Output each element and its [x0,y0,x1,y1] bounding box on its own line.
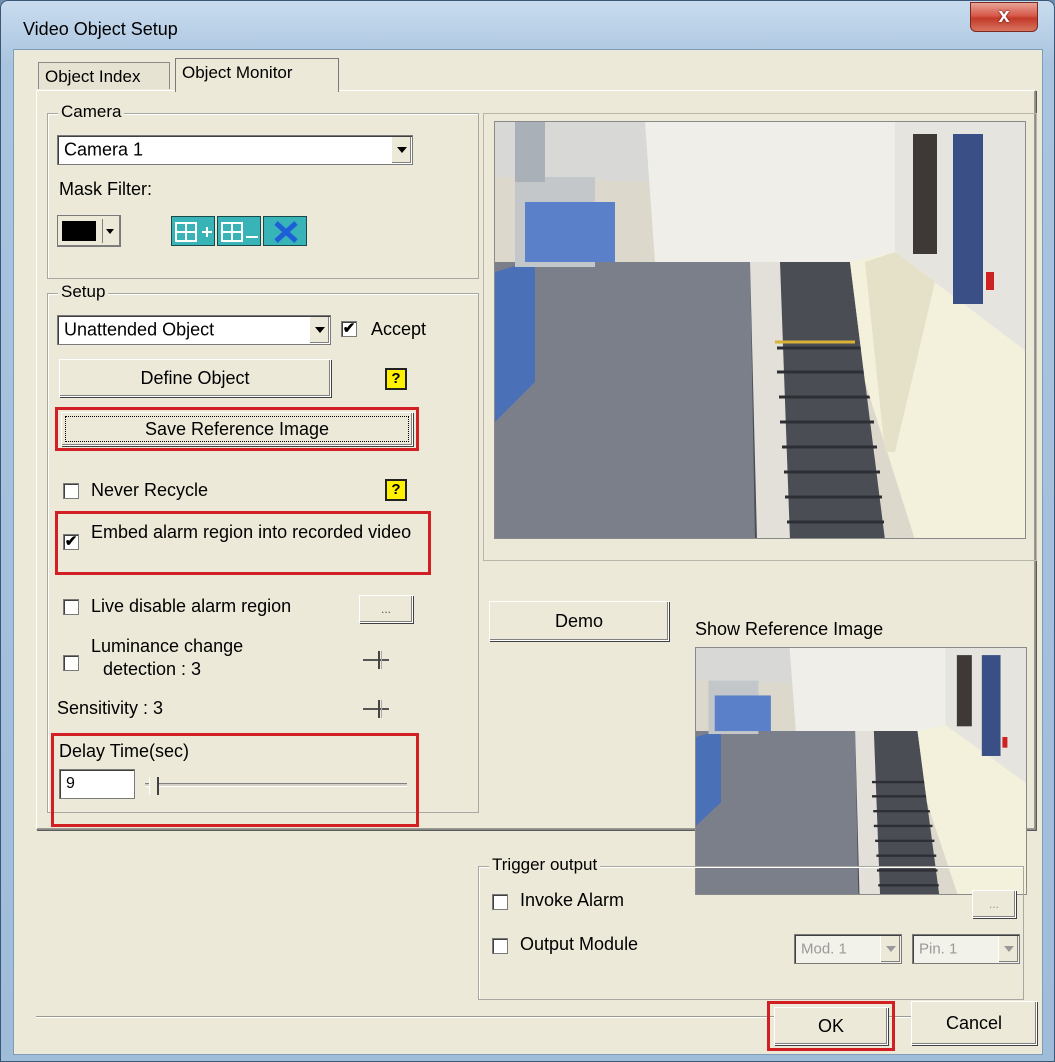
object-monitor-panel: Camera Camera 1 Mask Filter: Setup Unatt… [36,90,1037,895]
tab-object-index[interactable]: Object Index [38,62,170,89]
help-icon[interactable]: ? [385,479,407,501]
delay-time-input[interactable]: 9 [59,769,135,799]
luminance-checkbox[interactable] [63,655,79,671]
chevron-down-icon[interactable] [102,219,116,243]
dialog-client-area: Object Index Object Monitor Camera Camer… [13,49,1043,1055]
luminance-label-line2: detection : 3 [103,659,202,679]
delay-time-slider[interactable] [145,777,407,795]
mask-filter-label: Mask Filter: [59,179,153,199]
embed-alarm-checkbox[interactable]: ✔ [63,534,79,550]
pin-select-value: Pin. 1 [919,940,958,958]
invoke-alarm-browse-button[interactable]: ... [972,890,1016,918]
object-type-value: Unattended Object [64,319,215,340]
tab-object-monitor[interactable]: Object Monitor [175,58,339,92]
cancel-button[interactable]: Cancel [911,1001,1037,1045]
clear-mask-icon[interactable] [263,216,307,246]
remove-mask-icon[interactable] [217,216,261,246]
sensitivity-slider[interactable] [363,700,389,718]
invoke-alarm-label: Invoke Alarm [520,890,625,910]
live-disable-label: Live disable alarm region [91,596,292,616]
mask-color-picker[interactable] [57,215,121,247]
embed-alarm-label: Embed alarm region into recorded video [91,522,412,542]
chevron-down-icon[interactable] [880,936,900,962]
help-icon[interactable]: ? [385,368,407,390]
setup-group-title: Setup [58,282,109,302]
show-reference-label: Show Reference Image [695,619,884,639]
luminance-slider[interactable] [363,651,389,669]
object-type-select[interactable]: Unattended Object [57,315,331,345]
chevron-down-icon[interactable] [391,137,411,163]
close-button[interactable]: x [970,2,1038,32]
camera-live-image [494,121,1026,539]
chevron-down-icon[interactable] [998,936,1018,962]
camera-select-value: Camera 1 [64,139,144,160]
live-disable-browse-button[interactable]: ... [359,595,413,623]
invoke-alarm-checkbox[interactable] [492,894,508,910]
sensitivity-label: Sensitivity : 3 [57,698,164,718]
module-select[interactable]: Mod. 1 [794,934,902,964]
define-object-button[interactable]: Define Object [59,359,331,397]
title-bar: Video Object Setup x [1,1,1054,49]
save-reference-image-button[interactable]: Save Reference Image [61,412,413,446]
delay-time-label: Delay Time(sec) [59,741,190,761]
never-recycle-label: Never Recycle [91,480,209,500]
output-module-label: Output Module [520,934,639,954]
never-recycle-checkbox[interactable] [63,483,79,499]
accept-checkbox[interactable]: ✔ [341,321,357,337]
slider-thumb[interactable] [378,651,382,669]
trigger-output-group: Trigger output [478,855,1024,1000]
add-mask-icon[interactable] [171,216,215,246]
window-title: Video Object Setup [23,19,178,39]
checkmark-icon: ✔ [342,320,356,337]
output-module-checkbox[interactable] [492,938,508,954]
pin-select[interactable]: Pin. 1 [912,934,1020,964]
camera-select[interactable]: Camera 1 [57,135,413,165]
mask-tool-strip [171,216,311,246]
chevron-down-icon[interactable] [309,317,329,343]
mask-color-swatch [62,221,96,241]
luminance-label-line1: Luminance change [91,636,244,656]
demo-button[interactable]: Demo [489,601,669,641]
ok-button[interactable]: OK [774,1007,888,1045]
accept-label: Accept [371,319,427,339]
module-select-value: Mod. 1 [801,940,847,958]
reference-image [695,647,1027,895]
live-disable-checkbox[interactable] [63,599,79,615]
video-object-setup-window: Video Object Setup x Object Index Object… [0,0,1055,1062]
slider-thumb[interactable] [378,700,382,718]
camera-group-title: Camera [58,102,125,122]
checkmark-icon: ✔ [64,533,78,550]
slider-thumb[interactable] [149,777,159,795]
trigger-output-title: Trigger output [489,855,601,875]
